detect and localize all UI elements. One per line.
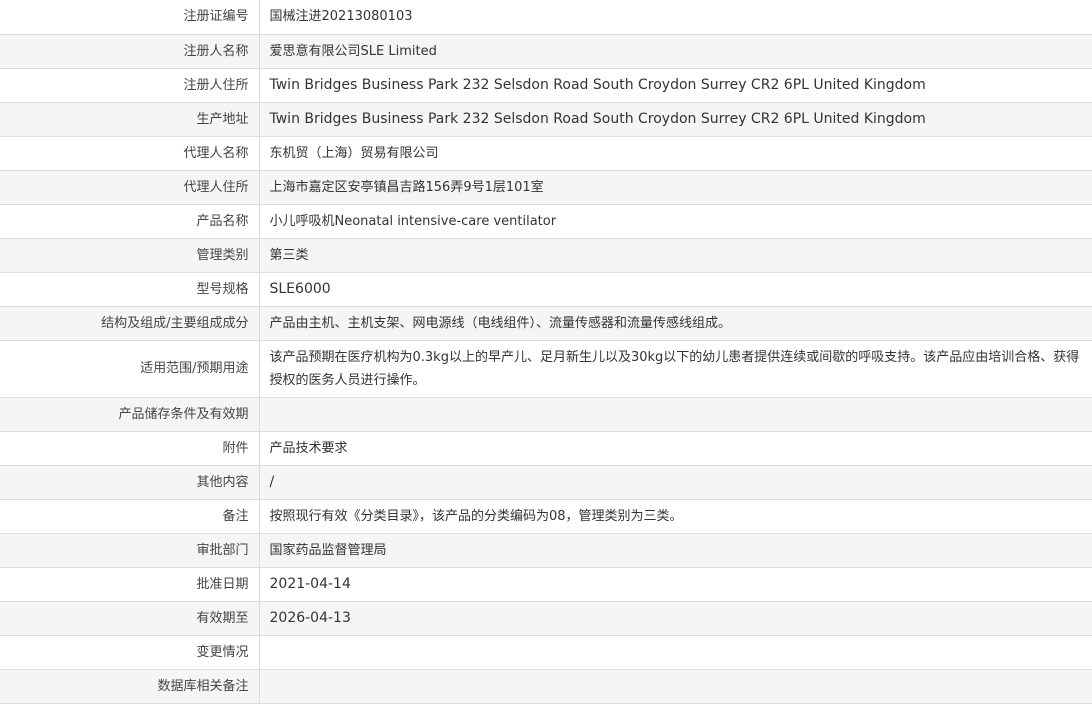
field-label: 型号规格: [0, 272, 260, 307]
other-value: /: [259, 465, 1092, 500]
agent-address-value: 上海市嘉定区安亭镇昌吉路156弄9号1层101室: [259, 170, 1092, 205]
field-label: 审批部门: [0, 533, 260, 568]
row-production-address: 生产地址 Twin Bridges Business Park 232 Sels…: [0, 102, 1092, 137]
field-label: 注册证编号: [0, 0, 260, 35]
field-label: 数据库相关备注: [0, 669, 260, 704]
structure-value: 产品由主机、主机支架、网电源线（电线组件）、流量传感器和流量传感线组成。: [259, 306, 1092, 341]
row-agent-name: 代理人名称 东机贸（上海）贸易有限公司: [0, 136, 1092, 171]
field-label: 其他内容: [0, 465, 260, 500]
model-spec-value: SLE6000: [259, 272, 1092, 307]
row-agent-address: 代理人住所 上海市嘉定区安亭镇昌吉路156弄9号1层101室: [0, 170, 1092, 205]
db-remarks-value: [259, 669, 1092, 704]
field-label: 注册人住所: [0, 68, 260, 103]
field-label: 适用范围/预期用途: [0, 340, 260, 398]
field-label: 备注: [0, 499, 260, 534]
row-registrant-address: 注册人住所 Twin Bridges Business Park 232 Sel…: [0, 68, 1092, 103]
row-intended-use: 适用范围/预期用途 该产品预期在医疗机构为0.3kg以上的早产儿、足月新生儿以及…: [0, 340, 1092, 398]
row-changes: 变更情况: [0, 635, 1092, 670]
row-storage: 产品储存条件及有效期: [0, 397, 1092, 432]
management-class-value: 第三类: [259, 238, 1092, 273]
field-label: 注册人名称: [0, 34, 260, 69]
row-other: 其他内容 /: [0, 465, 1092, 500]
registration-detail-table: 注册证编号 国械注进20213080103 注册人名称 爱思意有限公司SLE L…: [0, 0, 1092, 704]
row-registrant-name: 注册人名称 爱思意有限公司SLE Limited: [0, 34, 1092, 69]
registration-no-value: 国械注进20213080103: [259, 0, 1092, 35]
approval-date-value: 2021-04-14: [259, 567, 1092, 602]
registrant-address-value: Twin Bridges Business Park 232 Selsdon R…: [259, 68, 1092, 103]
agent-name-value: 东机贸（上海）贸易有限公司: [259, 136, 1092, 171]
field-label: 产品储存条件及有效期: [0, 397, 260, 432]
row-model-spec: 型号规格 SLE6000: [0, 272, 1092, 307]
row-registration-no: 注册证编号 国械注进20213080103: [0, 0, 1092, 35]
changes-value: [259, 635, 1092, 670]
attachment-value: 产品技术要求: [259, 431, 1092, 466]
row-approval-dept: 审批部门 国家药品监督管理局: [0, 533, 1092, 568]
row-remarks: 备注 按照现行有效《分类目录》，该产品的分类编码为08，管理类别为三类。: [0, 499, 1092, 534]
field-label: 附件: [0, 431, 260, 466]
valid-until-value: 2026-04-13: [259, 601, 1092, 636]
approval-dept-value: 国家药品监督管理局: [259, 533, 1092, 568]
field-label: 管理类别: [0, 238, 260, 273]
intended-use-value: 该产品预期在医疗机构为0.3kg以上的早产儿、足月新生儿以及30kg以下的幼儿患…: [259, 340, 1092, 398]
row-structure: 结构及组成/主要组成成分 产品由主机、主机支架、网电源线（电线组件）、流量传感器…: [0, 306, 1092, 341]
remarks-value: 按照现行有效《分类目录》，该产品的分类编码为08，管理类别为三类。: [259, 499, 1092, 534]
field-label: 结构及组成/主要组成成分: [0, 306, 260, 341]
product-name-value: 小儿呼吸机Neonatal intensive-care ventilator: [259, 204, 1092, 239]
row-valid-until: 有效期至 2026-04-13: [0, 601, 1092, 636]
storage-value: [259, 397, 1092, 432]
row-approval-date: 批准日期 2021-04-14: [0, 567, 1092, 602]
row-db-remarks: 数据库相关备注: [0, 669, 1092, 704]
field-label: 批准日期: [0, 567, 260, 602]
field-label: 产品名称: [0, 204, 260, 239]
row-product-name: 产品名称 小儿呼吸机Neonatal intensive-care ventil…: [0, 204, 1092, 239]
row-attachment: 附件 产品技术要求: [0, 431, 1092, 466]
field-label: 代理人住所: [0, 170, 260, 205]
field-label: 变更情况: [0, 635, 260, 670]
registrant-name-value: 爱思意有限公司SLE Limited: [259, 34, 1092, 69]
production-address-value: Twin Bridges Business Park 232 Selsdon R…: [259, 102, 1092, 137]
field-label: 有效期至: [0, 601, 260, 636]
field-label: 生产地址: [0, 102, 260, 137]
field-label: 代理人名称: [0, 136, 260, 171]
row-management-class: 管理类别 第三类: [0, 238, 1092, 273]
